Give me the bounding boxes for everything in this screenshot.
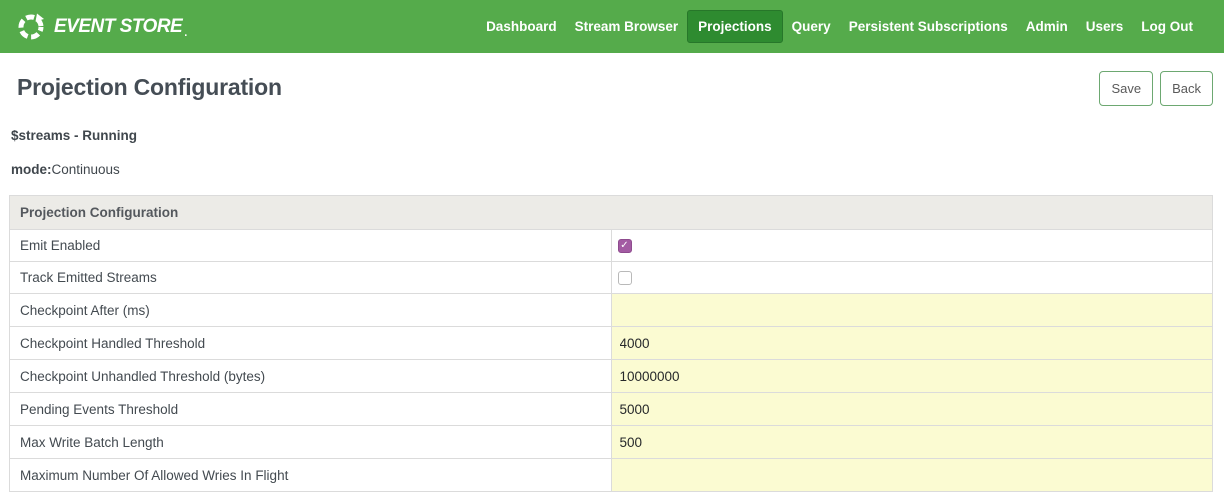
save-button[interactable]: Save	[1099, 71, 1153, 106]
mode-label: mode:	[11, 162, 52, 177]
page-title: Projection Configuration	[17, 74, 282, 101]
brand-suffix: .	[184, 27, 187, 42]
projection-config-table: Projection Configuration Emit Enabled ✓ …	[9, 195, 1213, 492]
top-navbar: EVENT STORE . DashboardStream BrowserPro…	[0, 0, 1224, 53]
nav-item-users[interactable]: Users	[1077, 10, 1133, 43]
table-header: Projection Configuration	[10, 196, 1213, 230]
back-button[interactable]: Back	[1160, 71, 1213, 106]
nav-item-admin[interactable]: Admin	[1017, 10, 1077, 43]
brand-logo[interactable]: EVENT STORE .	[16, 12, 187, 42]
nav-item-projections[interactable]: Projections	[687, 10, 783, 43]
config-value-input[interactable]	[612, 426, 1213, 458]
config-value-input[interactable]	[612, 360, 1213, 392]
nav-item-dashboard[interactable]: Dashboard	[477, 10, 566, 43]
nav-item-persistent-subscriptions[interactable]: Persistent Subscriptions	[840, 10, 1017, 43]
page-content: Projection Configuration Save Back $stre…	[0, 74, 1224, 492]
event-store-circular-arrow-icon	[16, 12, 46, 42]
table-row: Checkpoint Handled Threshold	[10, 327, 1213, 360]
config-value-input[interactable]	[612, 327, 1213, 359]
row-value-cell	[611, 262, 1213, 294]
nav-item-query[interactable]: Query	[783, 10, 840, 43]
table-row: Maximum Number Of Allowed Wries In Fligh…	[10, 459, 1213, 492]
table-row: Track Emitted Streams	[10, 262, 1213, 294]
config-value-input[interactable]	[612, 294, 1213, 326]
row-value-cell	[611, 459, 1213, 492]
mode-value: Continuous	[52, 162, 120, 177]
config-value-input[interactable]	[612, 459, 1213, 491]
row-label: Pending Events Threshold	[10, 393, 612, 426]
table-row: Checkpoint Unhandled Threshold (bytes)	[10, 360, 1213, 393]
table-row: Max Write Batch Length	[10, 426, 1213, 459]
table-row: Pending Events Threshold	[10, 393, 1213, 426]
projection-mode: mode:Continuous	[11, 162, 1213, 177]
table-row: Checkpoint After (ms)	[10, 294, 1213, 327]
row-label: Checkpoint After (ms)	[10, 294, 612, 327]
row-value-cell: ✓	[611, 230, 1213, 262]
row-label: Max Write Batch Length	[10, 426, 612, 459]
nav-item-stream-browser[interactable]: Stream Browser	[566, 10, 688, 43]
brand-name: EVENT STORE	[54, 16, 182, 38]
row-value-cell	[611, 327, 1213, 360]
row-label: Emit Enabled	[10, 230, 612, 262]
row-value-cell	[611, 294, 1213, 327]
checkbox-unchecked[interactable]	[618, 271, 632, 285]
row-label: Checkpoint Handled Threshold	[10, 327, 612, 360]
action-buttons: Save Back	[1099, 71, 1213, 106]
page-header: Projection Configuration Save Back	[9, 74, 1213, 106]
row-label: Track Emitted Streams	[10, 262, 612, 294]
config-value-input[interactable]	[612, 393, 1213, 425]
row-label: Maximum Number Of Allowed Wries In Fligh…	[10, 459, 612, 492]
row-value-cell	[611, 393, 1213, 426]
config-table-body: Emit Enabled ✓ Track Emitted Streams Che…	[10, 230, 1213, 492]
checkbox-checked[interactable]: ✓	[618, 239, 632, 253]
nav-item-log-out[interactable]: Log Out	[1132, 10, 1202, 43]
projection-status: $streams - Running	[11, 128, 1213, 143]
row-value-cell	[611, 426, 1213, 459]
table-row: Emit Enabled ✓	[10, 230, 1213, 262]
nav-menu: DashboardStream BrowserProjectionsQueryP…	[477, 10, 1202, 43]
row-value-cell	[611, 360, 1213, 393]
row-label: Checkpoint Unhandled Threshold (bytes)	[10, 360, 612, 393]
